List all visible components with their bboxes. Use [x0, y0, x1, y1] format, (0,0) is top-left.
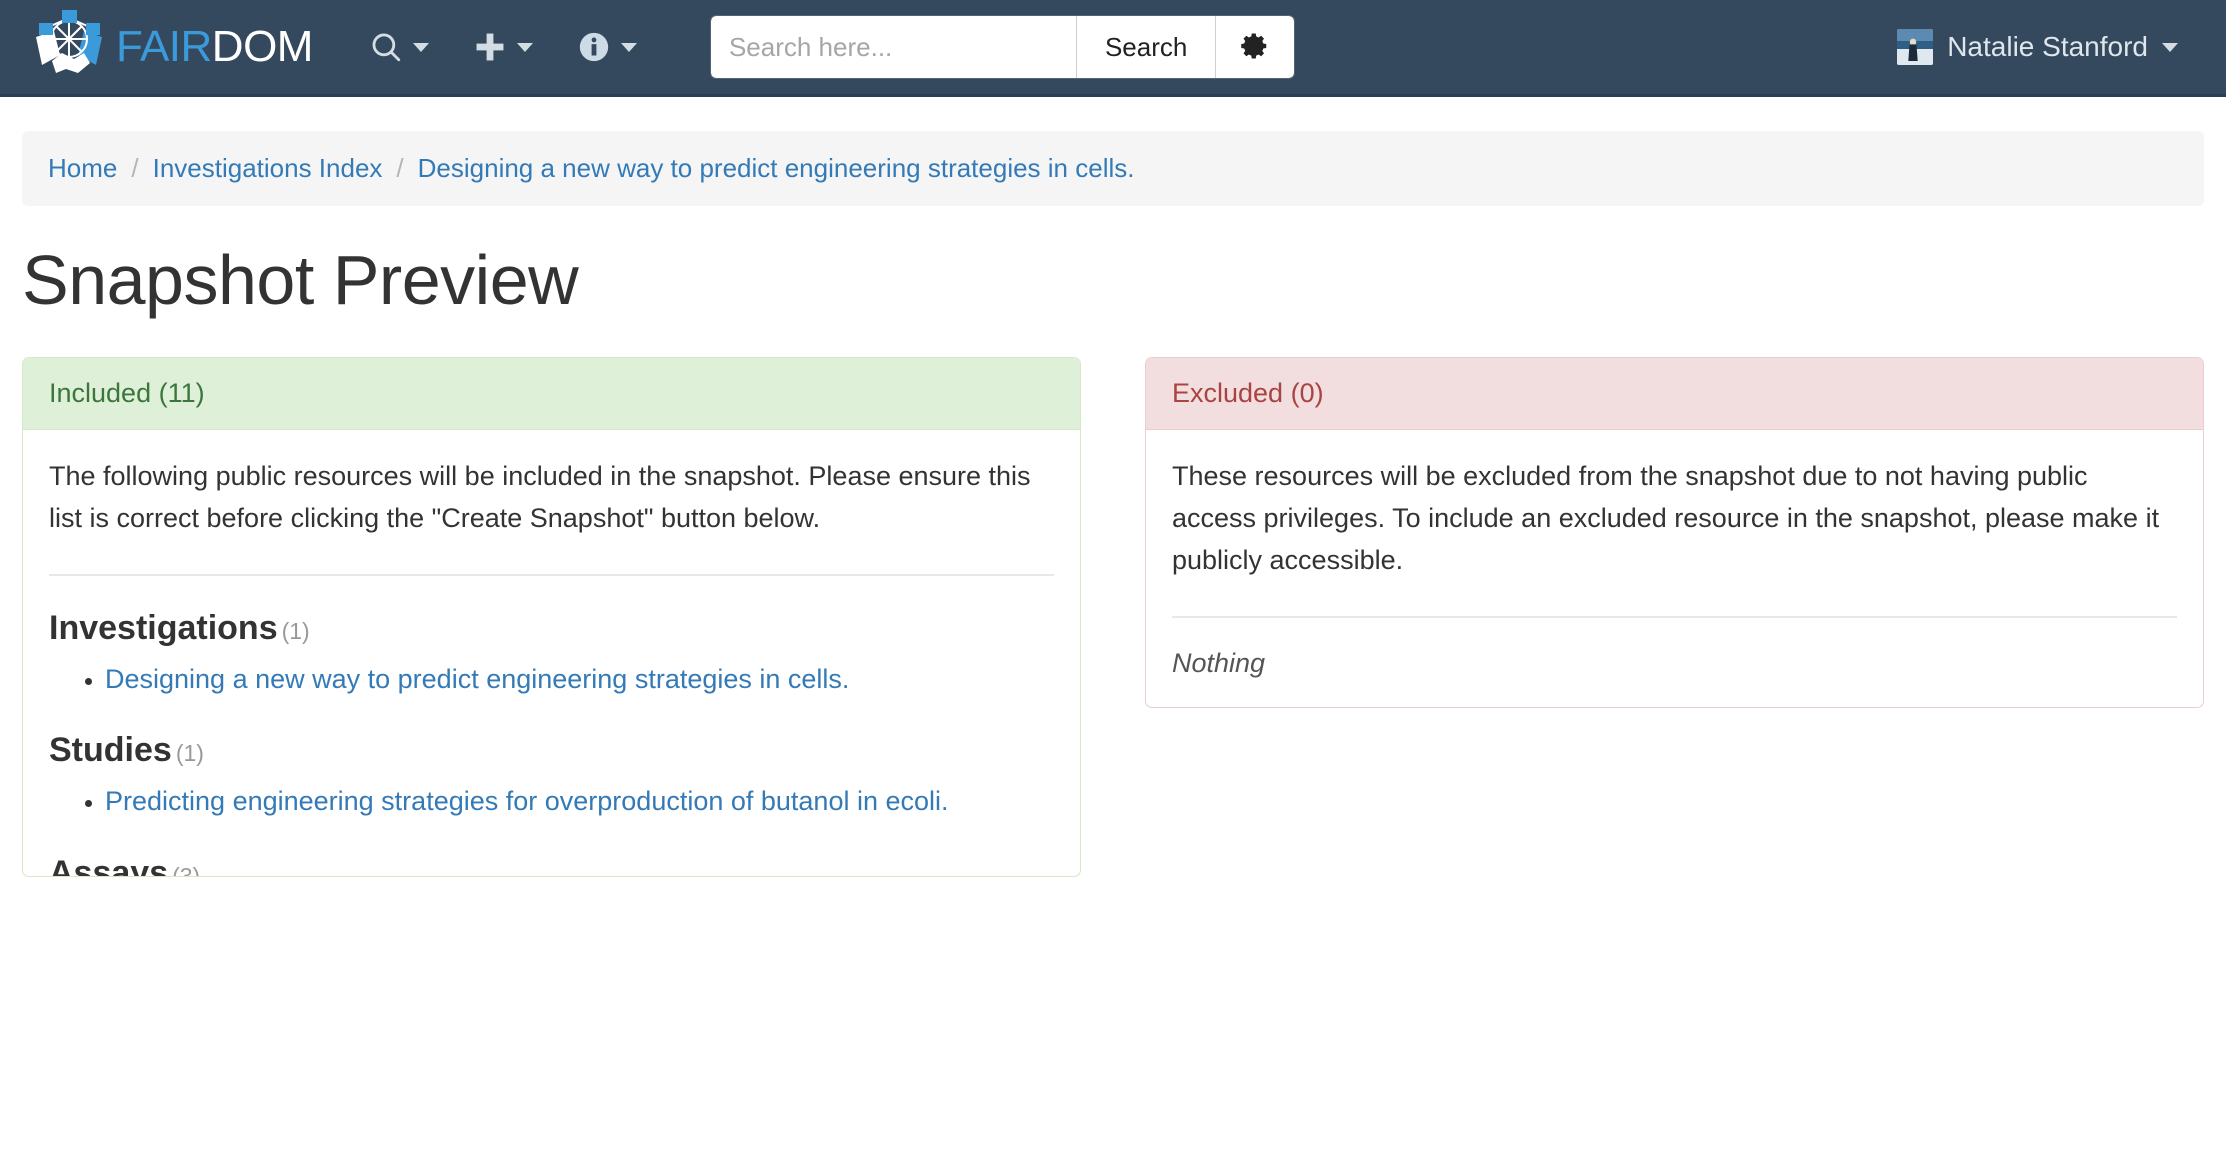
included-panel: Included (11) The following public resou…: [22, 357, 1081, 877]
divider: [49, 573, 1054, 576]
brand-text: FAIRDOM: [116, 25, 313, 69]
resource-section: Studies(1) Predicting engineering strate…: [49, 728, 1054, 821]
avatar: [1897, 29, 1934, 65]
chevron-down-icon: [620, 42, 637, 52]
section-title-investigations: Investigations (1): [49, 606, 1054, 650]
fairdom-logo-icon: [28, 9, 110, 85]
section-label: Studies: [49, 731, 172, 770]
main-content: Home / Investigations Index / Designing …: [0, 131, 2226, 877]
section-count: (1): [281, 617, 310, 644]
excluded-description: These resources will be excluded from th…: [1172, 461, 2160, 575]
list-item: Designing a new way to predict engineeri…: [105, 660, 1054, 698]
section-label: Investigations: [49, 608, 278, 647]
section-count: (1): [175, 740, 204, 767]
search-group: Search: [710, 16, 1295, 78]
breadcrumb-item-investigations-index[interactable]: Investigations Index: [153, 153, 383, 184]
excluded-panel-heading: Excluded (0): [1146, 358, 2203, 430]
included-column: Included (11) The following public resou…: [22, 357, 1081, 877]
search-settings-button[interactable]: [1215, 16, 1295, 78]
divider: [1172, 615, 2177, 618]
chevron-down-icon: [2162, 42, 2178, 52]
excluded-empty-label: Nothing: [1172, 647, 1266, 678]
user-name: Natalie Stanford: [1947, 31, 2148, 62]
investigations-list: Designing a new way to predict engineeri…: [49, 660, 1054, 698]
brand-home-link[interactable]: FAIRDOM: [28, 9, 313, 85]
resource-link[interactable]: Predicting engineering strategies for ov…: [105, 786, 949, 816]
breadcrumb-item-investigation[interactable]: Designing a new way to predict engineeri…: [418, 153, 1135, 184]
breadcrumb-separator: /: [131, 153, 139, 183]
page-title: Snapshot Preview: [22, 241, 579, 319]
breadcrumb: Home / Investigations Index / Designing …: [22, 131, 2204, 206]
included-panel-heading: Included (11): [23, 358, 1080, 430]
list-item: Predicting engineering strategies for ov…: [105, 782, 1054, 820]
gear-icon: [1240, 31, 1270, 64]
search-button[interactable]: Search: [1075, 16, 1216, 78]
top-navbar: FAIRDOM Search here... Search Natalie St…: [0, 0, 2226, 97]
search-icon: [369, 30, 403, 64]
plus-icon: [473, 30, 507, 64]
info-menu[interactable]: [555, 0, 659, 94]
brand-text-fair: FAIR: [116, 22, 212, 71]
create-menu[interactable]: [451, 0, 555, 94]
excluded-column: Excluded (0) These resources will be exc…: [1145, 357, 2204, 877]
info-circle-icon: [577, 30, 611, 64]
excluded-panel-body: These resources will be excluded from th…: [1146, 430, 2203, 707]
resource-section: Assays(3) RobOKoD applied to e.coli for …: [49, 851, 1054, 877]
brand-text-dom: DOM: [211, 22, 314, 71]
included-panel-body: The following public resources will be i…: [23, 430, 1080, 877]
chevron-down-icon: [516, 42, 533, 52]
search-input[interactable]: [710, 16, 1076, 78]
resource-section: Investigations(1) Designing a new way to…: [49, 606, 1054, 699]
section-title-assays: Assays (3): [49, 851, 1054, 877]
section-count: (3): [172, 862, 201, 877]
breadcrumb-item-home[interactable]: Home: [48, 153, 117, 184]
section-title-studies: Studies (1): [49, 728, 1054, 772]
user-menu[interactable]: Natalie Stanford: [1897, 0, 2196, 94]
search-menu[interactable]: [347, 0, 451, 94]
chevron-down-icon: [412, 42, 429, 52]
section-label: Assays: [49, 853, 169, 877]
included-description: The following public resources will be i…: [49, 461, 1031, 533]
excluded-panel: Excluded (0) These resources will be exc…: [1145, 357, 2204, 708]
resource-link[interactable]: Designing a new way to predict engineeri…: [105, 664, 849, 694]
panels-row: Included (11) The following public resou…: [22, 357, 2204, 877]
breadcrumb-separator: /: [396, 153, 404, 183]
studies-list: Predicting engineering strategies for ov…: [49, 782, 1054, 820]
